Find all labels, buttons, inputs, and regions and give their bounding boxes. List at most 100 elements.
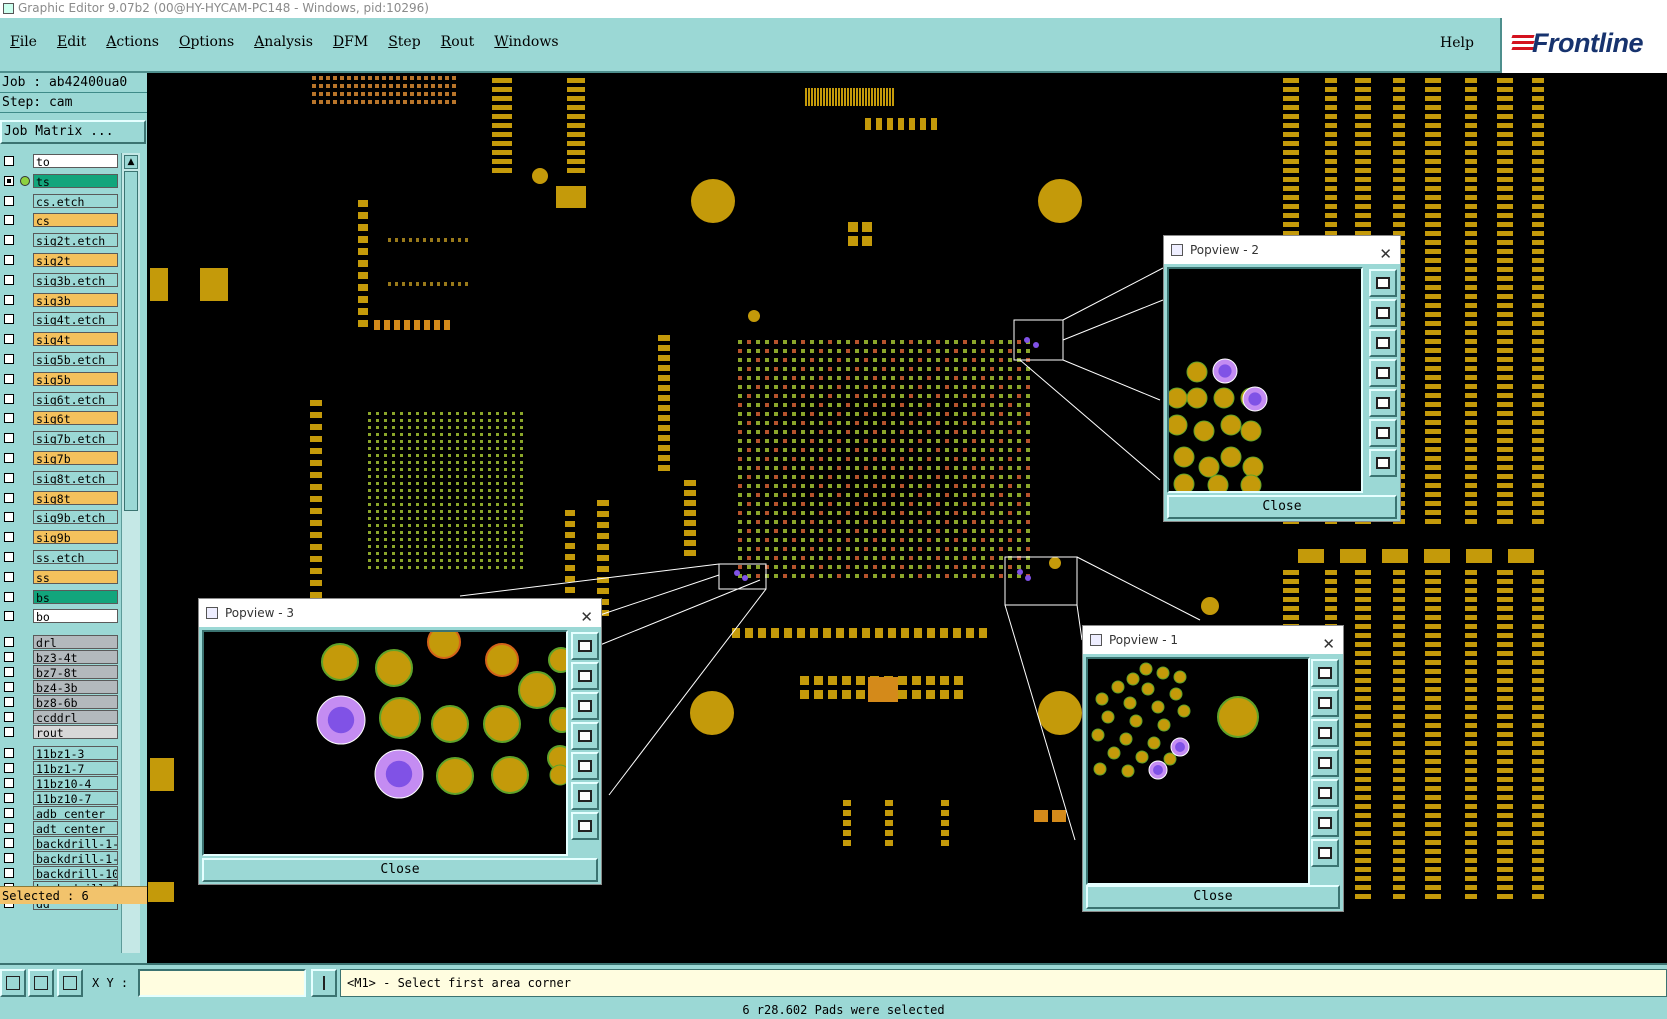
- layer-row-11bz1-7[interactable]: 11bz1-7: [0, 760, 120, 776]
- layer-name[interactable]: ss: [33, 569, 118, 584]
- layer-checkbox[interactable]: [4, 393, 14, 404]
- layer-row-sig5b[interactable]: sig5b: [0, 371, 120, 387]
- layer-row-bo[interactable]: bo: [0, 608, 120, 624]
- menu-actions[interactable]: Actions: [96, 34, 169, 50]
- layer-checkbox[interactable]: [4, 571, 14, 582]
- layer-checkbox[interactable]: [4, 808, 14, 819]
- layer-row-bz7-8t[interactable]: bz7-8t: [0, 664, 120, 680]
- layer-name[interactable]: sig8t: [33, 490, 118, 505]
- popview-1-view[interactable]: [1086, 657, 1310, 885]
- layer-checkbox[interactable]: [4, 215, 14, 226]
- layer-name[interactable]: bz3-4t: [33, 650, 118, 665]
- layer-checkbox[interactable]: [4, 667, 14, 678]
- layer-name[interactable]: 11bz10-7: [33, 791, 118, 806]
- layer-row-backdrill-1-[interactable]: backdrill-1-: [0, 850, 120, 866]
- layer-name[interactable]: bs: [33, 589, 118, 604]
- layer-checkbox[interactable]: [4, 175, 14, 186]
- layer-name[interactable]: 11bz1-3: [33, 746, 118, 761]
- popview-2-titlebar[interactable]: Popview - 2 ✕: [1164, 236, 1400, 264]
- zoom-in-icon[interactable]: [1369, 419, 1397, 447]
- layer-name[interactable]: bo: [33, 609, 118, 624]
- layer-name[interactable]: cs: [33, 213, 118, 228]
- layer-row-sig9b[interactable]: sig9b: [0, 529, 120, 545]
- layer-row-sig5b.etch[interactable]: sig5b.etch: [0, 351, 120, 367]
- layer-row-sig3b.etch[interactable]: sig3b.etch: [0, 272, 120, 288]
- popview-3-view[interactable]: [202, 630, 568, 856]
- layer-name[interactable]: sig9b: [33, 530, 118, 545]
- layer-row-bz8-6b[interactable]: bz8-6b: [0, 694, 120, 710]
- layer-name[interactable]: bz4-3b: [33, 680, 118, 695]
- layer-checkbox[interactable]: [4, 532, 14, 543]
- popview-3-titlebar[interactable]: Popview - 3 ✕: [199, 599, 601, 627]
- layer-checkbox[interactable]: [4, 433, 14, 444]
- layer-checkbox[interactable]: [4, 255, 14, 265]
- layer-row-sig3b[interactable]: sig3b: [0, 292, 120, 308]
- layer-name[interactable]: bz7-8t: [33, 665, 118, 680]
- layer-row-backdrill-1-[interactable]: backdrill-1-: [0, 835, 120, 851]
- layer-checkbox[interactable]: [4, 591, 14, 602]
- layer-name[interactable]: drl: [33, 635, 118, 650]
- layer-name[interactable]: ccddrl: [33, 710, 118, 725]
- layer-row-sig8t.etch[interactable]: sig8t.etch: [0, 470, 120, 486]
- layer-checkbox[interactable]: [4, 763, 14, 774]
- xy-coordinate-input[interactable]: [138, 969, 306, 997]
- layer-name[interactable]: adb_center: [33, 806, 118, 821]
- layer-checkbox[interactable]: [4, 838, 14, 849]
- layer-checkbox[interactable]: [4, 611, 14, 622]
- zoom-out-icon[interactable]: [571, 812, 599, 840]
- layer-row-ss.etch[interactable]: ss.etch: [0, 549, 120, 565]
- popview-2-close-button[interactable]: Close: [1167, 495, 1397, 519]
- zoom-fit-icon[interactable]: [571, 632, 599, 660]
- layer-name[interactable]: sig7b.etch: [33, 431, 118, 446]
- layer-name[interactable]: backdrill-1-: [33, 851, 118, 866]
- layer-checkbox[interactable]: [4, 853, 14, 864]
- layer-name[interactable]: sig8t.etch: [33, 470, 118, 485]
- layer-name[interactable]: adt_center: [33, 821, 118, 836]
- layer-name[interactable]: cs.etch: [33, 193, 118, 208]
- popview-3-close-button[interactable]: Close: [202, 858, 598, 882]
- layer-checkbox[interactable]: [4, 823, 14, 834]
- close-icon[interactable]: ✕: [1322, 630, 1335, 658]
- layer-row-rout[interactable]: rout: [0, 724, 120, 740]
- layer-name[interactable]: 11bz1-7: [33, 761, 118, 776]
- layer-name[interactable]: sig2t: [33, 253, 118, 267]
- popview-1-titlebar[interactable]: Popview - 1 ✕: [1083, 626, 1343, 654]
- menu-edit[interactable]: Edit: [47, 34, 96, 50]
- zoom-in-icon[interactable]: [571, 782, 599, 810]
- layer-row-sig9b.etch[interactable]: sig9b.etch: [0, 509, 120, 525]
- layer-row-cs[interactable]: cs: [0, 212, 120, 228]
- layer-row-to[interactable]: to: [0, 153, 120, 169]
- pan-right-icon[interactable]: [1369, 389, 1397, 417]
- close-icon[interactable]: ✕: [1379, 240, 1392, 268]
- zoom-fit-icon[interactable]: [1311, 659, 1339, 687]
- pan-right-icon[interactable]: [571, 752, 599, 780]
- layer-name[interactable]: bz8-6b: [33, 695, 118, 710]
- layer-name[interactable]: sig9b.etch: [33, 510, 118, 525]
- menu-windows[interactable]: Windows: [484, 34, 568, 50]
- menu-analysis[interactable]: Analysis: [244, 34, 323, 50]
- menu-step[interactable]: Step: [378, 34, 430, 50]
- scroll-up-icon[interactable]: ▲: [124, 155, 138, 169]
- layer-row-adt_center[interactable]: adt_center: [0, 820, 120, 836]
- layer-checkbox[interactable]: [4, 453, 14, 463]
- layer-row-sig6t.etch[interactable]: sig6t.etch: [0, 391, 120, 407]
- layer-name[interactable]: rout: [33, 725, 118, 740]
- measure-icon[interactable]: [28, 969, 54, 997]
- menu-options[interactable]: Options: [169, 34, 244, 50]
- layer-checkbox[interactable]: [4, 637, 14, 648]
- layer-name[interactable]: sig6t.etch: [33, 391, 118, 406]
- zoom-in-icon[interactable]: [1311, 809, 1339, 837]
- grid-icon[interactable]: [57, 969, 83, 997]
- zoom-up-icon[interactable]: [571, 662, 599, 690]
- pan-left-icon[interactable]: [1369, 359, 1397, 387]
- layer-name[interactable]: sig4t.etch: [33, 312, 118, 327]
- layer-checkbox[interactable]: [4, 868, 14, 879]
- layer-row-sig7b[interactable]: sig7b: [0, 450, 120, 466]
- layer-checkbox[interactable]: [4, 778, 14, 789]
- layer-row-ss[interactable]: ss: [0, 569, 120, 585]
- layer-name[interactable]: backdrill-1-: [33, 836, 118, 851]
- menu-rout[interactable]: Rout: [431, 34, 485, 50]
- layer-checkbox[interactable]: [4, 697, 14, 708]
- popview-1-close-button[interactable]: Close: [1086, 885, 1340, 909]
- layer-checkbox[interactable]: [4, 334, 14, 345]
